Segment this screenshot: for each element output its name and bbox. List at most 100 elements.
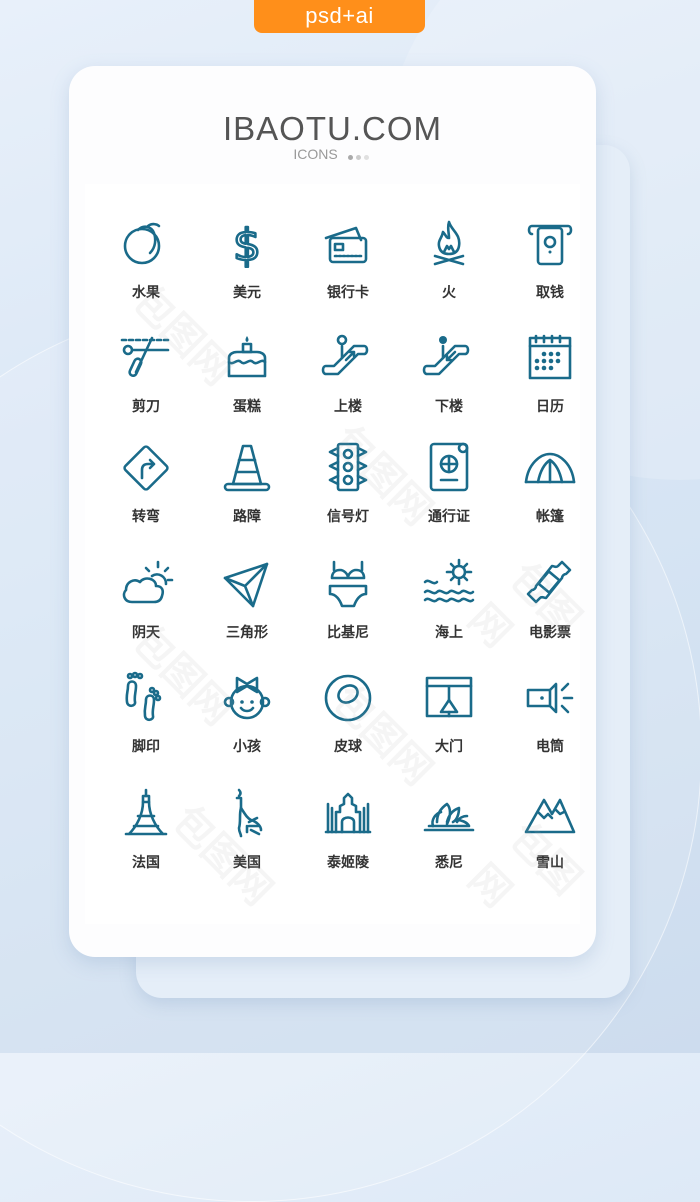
cloudy-icon [122, 560, 174, 604]
child-icon [223, 676, 271, 720]
icon-item[interactable]: 银行卡 [298, 216, 398, 316]
icon-label: 大门 [435, 738, 463, 754]
icon-item[interactable]: 悉尼 [399, 786, 499, 886]
icon-label: 小孩 [233, 738, 261, 754]
icon-label: 剪刀 [132, 398, 160, 414]
eiffel-tower-icon [124, 788, 168, 836]
withdraw-money-icon [527, 224, 573, 266]
passport-icon [429, 442, 469, 492]
icon-item[interactable]: 比基尼 [298, 556, 398, 656]
icon-grid: 水果 $ 美元 银行卡 火 取钱剪刀 蛋糕 上楼 下楼 日历转弯 路障 信号灯 通行证 帐篷阴天 三角形 比基… [85, 184, 589, 924]
turn-sign-icon [123, 445, 169, 491]
sea-sun-icon [423, 558, 475, 603]
escalator-down-icon [422, 336, 470, 376]
statue-of-liberty-icon [235, 788, 263, 838]
icon-label: 水果 [132, 284, 160, 300]
icon-label: 路障 [233, 508, 261, 524]
icon-label: 日历 [536, 398, 564, 414]
ball-icon [324, 674, 372, 722]
icon-item[interactable]: 信号灯 [298, 440, 398, 540]
icon-item[interactable]: 脚印 [96, 670, 196, 770]
gate-icon [425, 676, 473, 718]
icon-label: 三角形 [226, 624, 268, 640]
icon-label: 信号灯 [327, 508, 369, 524]
triangle-plane-icon [223, 562, 269, 608]
traffic-cone-icon [223, 444, 271, 492]
icon-item[interactable]: 火 [399, 216, 499, 316]
icon-item[interactable]: 水果 [96, 216, 196, 316]
icon-label: 蛋糕 [233, 398, 261, 414]
icon-label: 法国 [132, 854, 160, 870]
icon-label: 火 [442, 284, 456, 300]
icon-label: 美元 [233, 284, 261, 300]
icon-item[interactable]: 转弯 [96, 440, 196, 540]
bank-card-icon [324, 226, 368, 264]
icon-item[interactable]: 蛋糕 [197, 330, 297, 430]
icon-label: 电筒 [536, 738, 564, 754]
bikini-icon [328, 560, 368, 608]
icon-item[interactable]: 上楼 [298, 330, 398, 430]
icon-item[interactable]: 法国 [96, 786, 196, 886]
icon-item[interactable]: 皮球 [298, 670, 398, 770]
icon-label: 悉尼 [435, 854, 463, 870]
icon-item[interactable]: 帐篷 [500, 440, 600, 540]
icon-label: 脚印 [132, 738, 160, 754]
icon-label: 阴天 [132, 624, 160, 640]
icon-item[interactable]: 美国 [197, 786, 297, 886]
icon-item[interactable]: 取钱 [500, 216, 600, 316]
snow-mountain-icon [524, 798, 576, 834]
icon-label: 雪山 [536, 854, 564, 870]
icon-label: 比基尼 [327, 624, 369, 640]
icon-item[interactable]: 日历 [500, 330, 600, 430]
movie-ticket-icon [526, 560, 572, 604]
tent-icon [524, 452, 576, 484]
taj-mahal-icon [324, 792, 372, 834]
icon-item[interactable]: $ 美元 [197, 216, 297, 316]
icon-item[interactable]: 电影票 [500, 556, 600, 656]
icon-label: 通行证 [428, 508, 470, 524]
icon-item[interactable]: 剪刀 [96, 330, 196, 430]
icon-card: IBAOTU.COM ICONS 水果 $ 美元 银行卡 火 取钱剪刀 蛋糕 上楼 下楼 日历转弯… [69, 66, 596, 957]
icon-label: 海上 [435, 624, 463, 640]
dot [355, 155, 361, 161]
icon-item[interactable]: 电筒 [500, 670, 600, 770]
icon-item[interactable]: 大门 [399, 670, 499, 770]
scissors-icon [120, 336, 172, 377]
cake-icon [227, 336, 267, 378]
dots-decoration [347, 147, 372, 163]
site-title: IBAOTU.COM [222, 110, 442, 147]
icon-label: 取钱 [536, 284, 564, 300]
dot [347, 155, 353, 161]
subtitle: ICONS [69, 146, 596, 163]
icon-label: 转弯 [132, 508, 160, 524]
icon-item[interactable]: 通行证 [399, 440, 499, 540]
icon-item[interactable]: 三角形 [197, 556, 297, 656]
dot [363, 155, 369, 161]
icon-item[interactable]: 雪山 [500, 786, 600, 886]
fire-icon [433, 220, 465, 266]
icon-label: 电影票 [529, 624, 571, 640]
icon-item[interactable]: 阴天 [96, 556, 196, 656]
icon-item[interactable]: 海上 [399, 556, 499, 656]
traffic-light-icon [328, 442, 368, 492]
svg-text:$: $ [233, 220, 261, 271]
icon-label: 帐篷 [536, 508, 564, 524]
fruit-icon [123, 222, 161, 265]
icon-label: 上楼 [334, 398, 362, 414]
subtitle-text: ICONS [293, 146, 338, 162]
icon-label: 下楼 [435, 398, 463, 414]
icon-label: 银行卡 [327, 284, 369, 300]
sydney-opera-icon [423, 802, 475, 832]
icon-item[interactable]: 路障 [197, 440, 297, 540]
icon-label: 美国 [233, 854, 261, 870]
flashlight-icon [526, 682, 574, 714]
icon-item[interactable]: 下楼 [399, 330, 499, 430]
icon-item[interactable]: 泰姬陵 [298, 786, 398, 886]
icon-label: 皮球 [334, 738, 362, 754]
footprint-icon [125, 671, 162, 722]
icon-label: 泰姬陵 [327, 854, 369, 870]
calendar-icon [528, 334, 572, 380]
format-badge: psd+ai [254, 0, 425, 33]
icon-item[interactable]: 小孩 [197, 670, 297, 770]
escalator-up-icon [321, 334, 369, 376]
